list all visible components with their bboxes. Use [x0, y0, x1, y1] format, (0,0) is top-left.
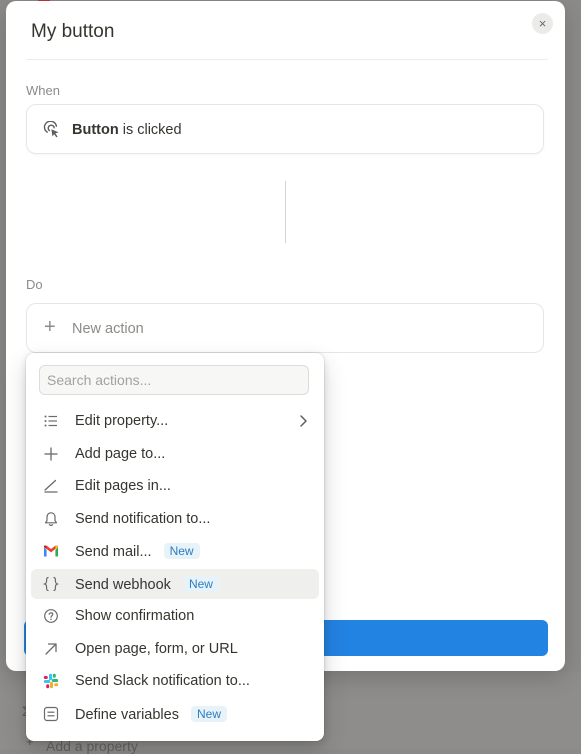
trigger-predicate: is clicked: [118, 122, 182, 138]
chevron-right-icon: [300, 415, 307, 427]
menu-item-label: Open page, form, or URL: [75, 641, 238, 657]
menu-item-edit-property[interactable]: Edit property...: [31, 406, 319, 436]
new-badge: New: [190, 706, 227, 722]
menu-item-send-mail[interactable]: Send mail... New: [31, 536, 319, 566]
menu-item-label: Define variables New: [75, 706, 227, 723]
braces-icon: [43, 576, 59, 592]
menu-item-text: Send mail...: [75, 544, 152, 560]
menu-item-label: Edit property...: [75, 413, 169, 429]
pencil-icon: [44, 479, 58, 493]
trigger-text: Button is clicked: [72, 122, 182, 138]
new-action-label: New action: [72, 321, 144, 337]
new-action-button[interactable]: + New action: [26, 303, 544, 353]
variables-icon: [43, 706, 59, 722]
menu-item-define-variables[interactable]: Define variables New: [31, 699, 319, 729]
cursor-click-icon: [43, 121, 59, 138]
arrow-up-right-icon: [45, 643, 57, 655]
dialog-title[interactable]: My button: [31, 21, 114, 43]
bell-icon: [44, 512, 58, 526]
menu-item-edit-pages[interactable]: Edit pages in...: [31, 471, 319, 501]
menu-item-send-slack[interactable]: Send Slack notification to...: [31, 666, 319, 696]
list-icon: [44, 415, 57, 427]
plus-icon: [44, 447, 58, 461]
flow-connector: [285, 181, 286, 243]
do-label: Do: [26, 277, 43, 292]
menu-item-show-confirmation[interactable]: Show confirmation: [31, 601, 319, 631]
menu-item-label: Send Slack notification to...: [75, 673, 250, 689]
menu-item-send-webhook[interactable]: Send webhook New: [31, 569, 319, 599]
slack-icon: [43, 673, 59, 689]
menu-item-label: Send notification to...: [75, 511, 211, 527]
gmail-icon: [44, 545, 58, 557]
menu-item-send-notification[interactable]: Send notification to...: [31, 504, 319, 534]
menu-item-label: Show confirmation: [75, 608, 195, 624]
new-badge: New: [182, 576, 219, 592]
trigger-card[interactable]: Button is clicked: [26, 104, 544, 154]
menu-item-label: Send webhook New: [75, 576, 219, 593]
question-circle-icon: [44, 609, 58, 623]
menu-item-add-page[interactable]: Add page to...: [31, 439, 319, 469]
menu-item-label: Edit pages in...: [75, 478, 171, 494]
trigger-subject: Button: [72, 122, 119, 138]
close-button[interactable]: ×: [532, 13, 553, 34]
actions-menu: Edit property... Add page to... Edit pag…: [26, 353, 324, 741]
plus-icon: +: [44, 316, 56, 338]
menu-item-text: Send webhook: [75, 577, 171, 593]
menu-item-text: Define variables: [75, 707, 179, 723]
menu-item-label: Send mail... New: [75, 543, 200, 560]
menu-item-open-page[interactable]: Open page, form, or URL: [31, 634, 319, 664]
when-label: When: [26, 83, 60, 98]
menu-item-label: Add page to...: [75, 446, 166, 462]
title-divider: [26, 59, 548, 60]
search-actions-input[interactable]: [39, 365, 309, 395]
new-badge: New: [163, 543, 200, 559]
